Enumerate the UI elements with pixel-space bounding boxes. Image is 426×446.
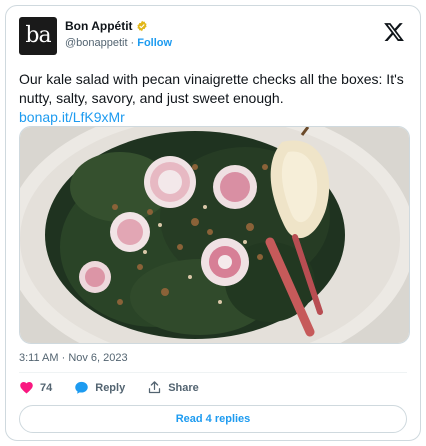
like-count: 74 [40, 381, 53, 394]
tweet-header: ba Bon Appétit @bonappetit · Follow [19, 17, 407, 61]
author-display-name[interactable]: Bon Appétit [65, 19, 133, 33]
tweet-text: Our kale salad with pecan vinaigrette ch… [19, 71, 404, 106]
share-label: Share [168, 381, 199, 394]
divider [19, 372, 407, 373]
kale-salad-photo [20, 127, 409, 343]
tweet-body: Our kale salad with pecan vinaigrette ch… [19, 70, 407, 127]
x-logo-icon[interactable] [383, 21, 405, 43]
tweet-link[interactable]: bonap.it/LfK9xMr [19, 108, 407, 127]
tweet-card: ba Bon Appétit @bonappetit · Follow Our … [5, 5, 421, 441]
handle-separator: · [130, 37, 135, 49]
author-name-row: Bon Appétit [65, 19, 148, 33]
tweet-timestamp[interactable]: 3:11 AM · Nov 6, 2023 [19, 352, 128, 364]
verified-badge-icon [136, 20, 147, 32]
action-bar: 74 Reply Share [19, 380, 199, 395]
avatar[interactable]: ba [19, 17, 57, 55]
follow-button[interactable]: Follow [137, 37, 172, 49]
share-button[interactable]: Share [147, 380, 199, 395]
reply-button[interactable]: Reply [74, 380, 125, 395]
author-handle[interactable]: @bonappetit [65, 37, 128, 49]
share-icon [149, 381, 161, 394]
tweet-photo[interactable] [19, 126, 410, 344]
heart-icon [20, 382, 33, 394]
reply-label: Reply [95, 381, 126, 394]
reply-bubble-icon [75, 381, 88, 394]
like-button[interactable]: 74 [19, 380, 52, 395]
read-replies-button[interactable]: Read 4 replies [19, 405, 407, 433]
author-handle-row: @bonappetit · Follow [65, 37, 172, 49]
